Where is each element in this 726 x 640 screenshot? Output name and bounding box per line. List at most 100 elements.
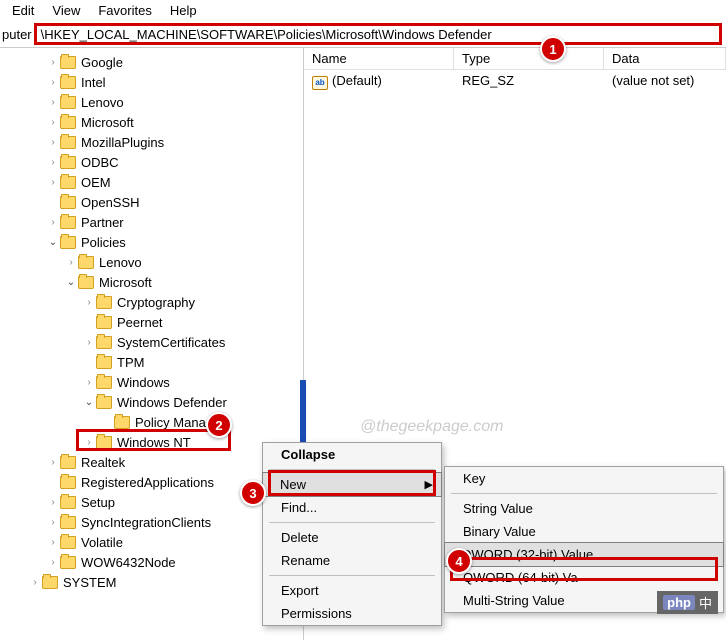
menu-edit[interactable]: Edit — [12, 3, 34, 18]
folder-icon — [60, 136, 76, 149]
chevron-right-icon[interactable]: › — [46, 537, 60, 548]
col-name[interactable]: Name — [304, 48, 454, 69]
tree-label: Microsoft — [81, 115, 134, 130]
folder-icon — [60, 176, 76, 189]
tree-label: Setup — [81, 495, 115, 510]
tree-label: Policies — [81, 235, 126, 250]
submenu-arrow-icon: ▶ — [425, 478, 433, 491]
chevron-down-icon[interactable]: ⌄ — [64, 277, 78, 288]
chevron-right-icon[interactable]: › — [46, 497, 60, 508]
tree-item[interactable]: Peernet — [0, 312, 303, 332]
chevron-right-icon[interactable]: › — [28, 577, 42, 588]
ctx-new-key[interactable]: Key — [445, 467, 723, 490]
chevron-right-icon[interactable]: › — [46, 177, 60, 188]
chevron-right-icon[interactable]: › — [82, 297, 96, 308]
folder-icon — [60, 476, 76, 489]
chevron-right-icon[interactable]: › — [46, 157, 60, 168]
ctx-delete[interactable]: Delete — [263, 526, 441, 549]
tree-item[interactable]: › Partner — [0, 212, 303, 232]
tree-item[interactable]: ›Windows — [0, 372, 303, 392]
address-input[interactable]: \HKEY_LOCAL_MACHINE\SOFTWARE\Policies\Mi… — [34, 23, 722, 45]
col-type[interactable]: Type — [454, 48, 604, 69]
tree-label: SYSTEM — [63, 575, 116, 590]
value-type: REG_SZ — [454, 72, 604, 91]
tree-item[interactable]: ›Google — [0, 52, 303, 72]
tree-item[interactable]: ›Intel — [0, 72, 303, 92]
tree-item[interactable]: ›OEM — [0, 172, 303, 192]
tree-item[interactable]: ›ODBC — [0, 152, 303, 172]
ctx-new[interactable]: New▶ — [262, 472, 442, 497]
callout-badge-1: 1 — [540, 36, 566, 62]
tree-item[interactable]: ›WOW6432Node — [0, 552, 303, 572]
tree-item[interactable]: › SyncIntegrationClients — [0, 512, 303, 532]
value-data: (value not set) — [604, 72, 726, 91]
chevron-right-icon[interactable]: › — [46, 217, 60, 228]
folder-icon — [42, 576, 58, 589]
ctx-new-qword[interactable]: QWORD (64-bit) Va — [445, 566, 723, 589]
chevron-right-icon[interactable]: › — [46, 117, 60, 128]
ctx-rename[interactable]: Rename — [263, 549, 441, 572]
ctx-export[interactable]: Export — [263, 579, 441, 602]
tree-item[interactable]: OpenSSH — [0, 192, 303, 212]
folder-icon — [60, 216, 76, 229]
chevron-right-icon[interactable]: › — [82, 337, 96, 348]
folder-icon — [60, 516, 76, 529]
tree-label: OpenSSH — [81, 195, 140, 210]
chevron-right-icon[interactable]: › — [46, 57, 60, 68]
tree-item[interactable]: › SYSTEM — [0, 572, 303, 592]
tree-item[interactable]: ›Windows NT — [0, 432, 303, 452]
tree-item[interactable]: ›Realtek — [0, 452, 303, 472]
chevron-right-icon[interactable]: › — [46, 517, 60, 528]
watermark: @thegeekpage.com — [360, 418, 503, 436]
tree-item[interactable]: ›Lenovo — [0, 92, 303, 112]
tree-item[interactable]: ⌄ Policies — [0, 232, 303, 252]
tree-label: Windows Defender — [117, 395, 227, 410]
chevron-right-icon[interactable]: › — [46, 137, 60, 148]
menu-view[interactable]: View — [52, 3, 80, 18]
tree-item[interactable]: TPM — [0, 352, 303, 372]
list-row[interactable]: ab(Default) REG_SZ (value not set) — [304, 70, 726, 93]
ctx-collapse[interactable]: Collapse — [263, 443, 441, 466]
chevron-right-icon[interactable]: › — [82, 377, 96, 388]
menu-help[interactable]: Help — [170, 3, 197, 18]
chevron-right-icon[interactable]: › — [46, 457, 60, 468]
ctx-new-dword[interactable]: DWORD (32-bit) Value — [444, 542, 724, 567]
chevron-down-icon[interactable]: ⌄ — [82, 397, 96, 408]
registry-tree[interactable]: ›Google›Intel›Lenovo›Microsoft›MozillaPl… — [0, 48, 304, 640]
tree-item[interactable]: Policy Manager — [0, 412, 303, 432]
tree-item[interactable]: ›Volatile — [0, 532, 303, 552]
tree-item[interactable]: ›MozillaPlugins — [0, 132, 303, 152]
tree-item[interactable]: ›Lenovo — [0, 252, 303, 272]
ctx-new-string[interactable]: String Value — [445, 497, 723, 520]
source-tag: php 中 — [657, 591, 718, 614]
ctx-new-binary[interactable]: Binary Value — [445, 520, 723, 543]
address-prefix: puter — [0, 27, 34, 42]
tree-item[interactable]: ⌄ Microsoft — [0, 272, 303, 292]
tree-item[interactable]: › Microsoft — [0, 112, 303, 132]
tree-label: SyncIntegrationClients — [81, 515, 211, 530]
folder-icon — [60, 196, 76, 209]
ctx-sep — [269, 469, 435, 470]
ctx-find[interactable]: Find... — [263, 496, 441, 519]
tree-label: Microsoft — [99, 275, 152, 290]
chevron-right-icon[interactable]: › — [46, 97, 60, 108]
chevron-right-icon[interactable]: › — [46, 557, 60, 568]
folder-icon — [60, 96, 76, 109]
ctx-permissions[interactable]: Permissions — [263, 602, 441, 625]
callout-badge-2: 2 — [206, 412, 232, 438]
tree-label: SystemCertificates — [117, 335, 225, 350]
menu-favorites[interactable]: Favorites — [98, 3, 151, 18]
folder-icon — [60, 456, 76, 469]
ctx-sep — [269, 522, 435, 523]
chevron-right-icon[interactable]: › — [82, 437, 96, 448]
tree-item[interactable]: ›Cryptography — [0, 292, 303, 312]
tree-label: Partner — [81, 215, 124, 230]
folder-icon — [60, 116, 76, 129]
tree-item[interactable]: ⌄ Windows Defender — [0, 392, 303, 412]
chevron-right-icon[interactable]: › — [46, 77, 60, 88]
tree-item[interactable]: › SystemCertificates — [0, 332, 303, 352]
col-data[interactable]: Data — [604, 48, 726, 69]
chevron-down-icon[interactable]: ⌄ — [46, 237, 60, 248]
chevron-right-icon[interactable]: › — [64, 257, 78, 268]
tree-label: Peernet — [117, 315, 163, 330]
